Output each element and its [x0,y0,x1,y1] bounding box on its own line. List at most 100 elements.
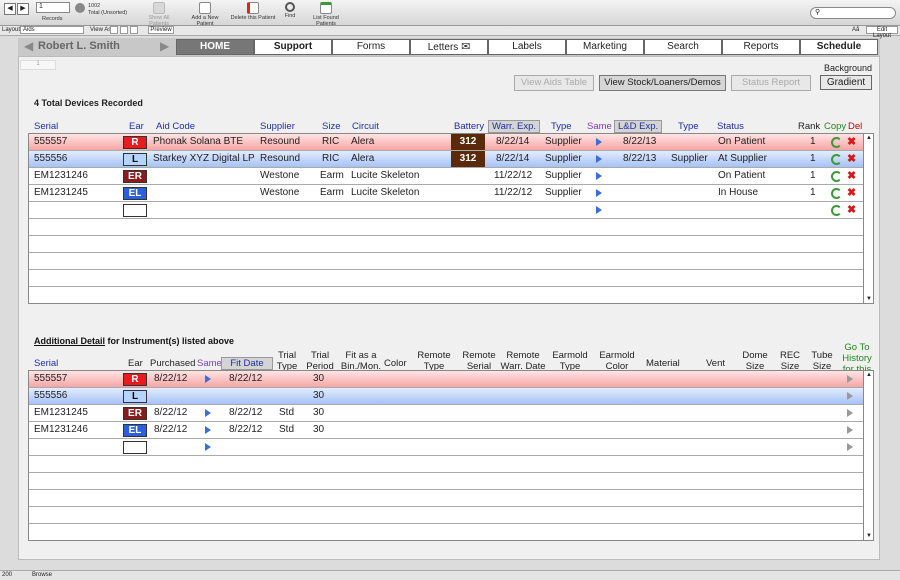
layout-select[interactable]: Aids [20,26,84,34]
show-all-icon [153,2,165,14]
view-form-icon[interactable] [110,26,118,34]
list-found-icon [320,2,332,14]
serial-cell: EM1231245 [34,407,88,418]
tab-marketing[interactable]: Marketing [566,39,644,55]
devices-scrollbar[interactable]: ▲ ▼ [863,134,873,303]
same-play-icon[interactable] [205,443,211,451]
serial-cell: EM1231245 [34,187,88,198]
scroll-down-icon[interactable]: ▼ [866,533,872,539]
view-list-icon[interactable] [120,26,128,34]
copy-icon[interactable] [831,205,842,216]
table-row[interactable]: EM1231246 ER Westone Earm Lucite Skeleto… [29,168,863,185]
table-row[interactable]: 555556 L Starkey XYZ Digital LP Resound … [29,151,863,168]
go-to-history-icon[interactable] [847,409,853,417]
serial-cell: 555556 [34,153,68,164]
col-ld-exp[interactable]: L&D Exp. [614,120,663,133]
edit-layout-button[interactable]: Edit Layout [866,26,898,39]
ear-badge: L [123,153,147,166]
detail-scrollbar[interactable]: ▲ ▼ [863,371,873,540]
copy-icon[interactable] [831,154,842,165]
view-stock-button[interactable]: View Stock/Loaners/Demos [599,75,726,91]
scroll-down-icon[interactable]: ▼ [866,296,872,302]
go-to-history-icon[interactable] [847,392,853,400]
aid-code-cell: Starkey XYZ Digital LP [153,153,255,164]
view-table-icon[interactable] [130,26,138,34]
ld-exp-cell: 8/22/13 [623,153,657,164]
tab-letters[interactable]: Letters ✉ [410,39,488,55]
envelope-icon: ✉ [461,41,471,53]
prev-record-icon[interactable]: ◀ [4,3,16,15]
col-serial: Serial [34,121,59,132]
col-copy: Copy [824,121,847,132]
tab-home[interactable]: HOME [176,39,254,55]
same-play-icon[interactable] [205,409,211,417]
table-row[interactable]: 555556 L 30 [29,388,863,405]
go-to-history-icon[interactable] [847,443,853,451]
delete-icon[interactable]: ✖ [847,135,856,148]
find-label: Find [284,13,296,19]
record-tab: 1 [20,60,56,70]
copy-icon[interactable] [831,137,842,148]
zoom-level[interactable]: 200 [2,572,12,578]
serial-cell: 555557 [34,373,68,384]
find-button[interactable]: Find [280,2,300,19]
prev-patient-icon[interactable]: ◀ [24,39,33,53]
ear-badge[interactable] [123,441,147,454]
next-patient-icon[interactable]: ▶ [160,39,169,53]
scroll-up-icon[interactable]: ▲ [866,135,872,141]
go-to-history-icon[interactable] [847,375,853,383]
same-play-icon[interactable] [596,138,602,146]
view-aids-table-button[interactable]: View Aids Table [514,75,594,91]
scroll-up-icon[interactable]: ▲ [866,372,872,378]
type-cell: Supplier [545,170,582,181]
go-to-history-icon[interactable] [847,426,853,434]
table-row[interactable]: 555557 R 8/22/12 8/22/12 30 [29,371,863,388]
warr-exp-cell: 8/22/14 [496,136,530,147]
same-play-icon[interactable] [205,426,211,434]
tab-schedule[interactable]: Schedule [800,39,878,55]
circuit-cell: Lucite Skeleton [351,170,420,181]
delete-patient-button[interactable]: Delete this Patient [230,2,276,21]
record-nav[interactable]: ◀ ▶ [4,3,29,15]
table-row-new[interactable] [29,439,863,456]
tab-forms[interactable]: Forms [332,39,410,55]
preview-button[interactable]: Preview [148,26,174,34]
delete-icon[interactable]: ✖ [847,186,856,199]
status-report-button[interactable]: Status Report [731,75,811,91]
same-play-icon[interactable] [596,189,602,197]
same-play-icon[interactable] [596,206,602,214]
col-warr-exp[interactable]: Warr. Exp. [488,120,540,133]
add-patient-button[interactable]: Add a New Patient [184,2,226,27]
table-row[interactable]: EM1231245 ER 8/22/12 8/22/12 Std 30 [29,405,863,422]
record-number-input[interactable]: 1 [36,2,70,13]
table-row[interactable]: EM1231245 EL Westone Earm Lucite Skeleto… [29,185,863,202]
next-record-icon[interactable]: ▶ [17,3,29,15]
detail-col-fit-date[interactable]: Fit Date [221,357,273,370]
list-found-button[interactable]: List Found Patients [304,2,348,27]
copy-icon[interactable] [831,171,842,182]
search-input[interactable]: ⚲ [810,7,896,19]
table-row-new[interactable]: ✖ [29,202,863,219]
mode-select[interactable]: Browse [32,572,52,578]
tab-labels[interactable]: Labels [488,39,566,55]
same-play-icon[interactable] [205,375,211,383]
detail-col-trial-period: Trial Period [306,350,334,372]
tab-support[interactable]: Support [254,39,332,55]
delete-icon[interactable]: ✖ [847,152,856,165]
text-size-icon[interactable]: Aå [852,27,859,33]
delete-icon[interactable]: ✖ [847,203,856,216]
same-play-icon[interactable] [596,172,602,180]
detail-col-color: Color [384,358,407,369]
same-play-icon[interactable] [596,155,602,163]
device-count: 4 Total Devices Recorded [34,98,143,108]
tab-reports[interactable]: Reports [722,39,800,55]
delete-icon[interactable]: ✖ [847,169,856,182]
copy-icon[interactable] [831,188,842,199]
table-row[interactable]: EM1231246 EL 8/22/12 8/22/12 Std 30 [29,422,863,439]
table-row[interactable]: 555557 R Phonak Solana BTE Resound RIC A… [29,134,863,151]
tab-search[interactable]: Search [644,39,722,55]
show-all-button[interactable]: Show All Patients [138,2,180,27]
ear-badge[interactable] [123,204,147,217]
serial-cell: 555556 [34,390,68,401]
gradient-button[interactable]: Gradient [820,75,872,90]
